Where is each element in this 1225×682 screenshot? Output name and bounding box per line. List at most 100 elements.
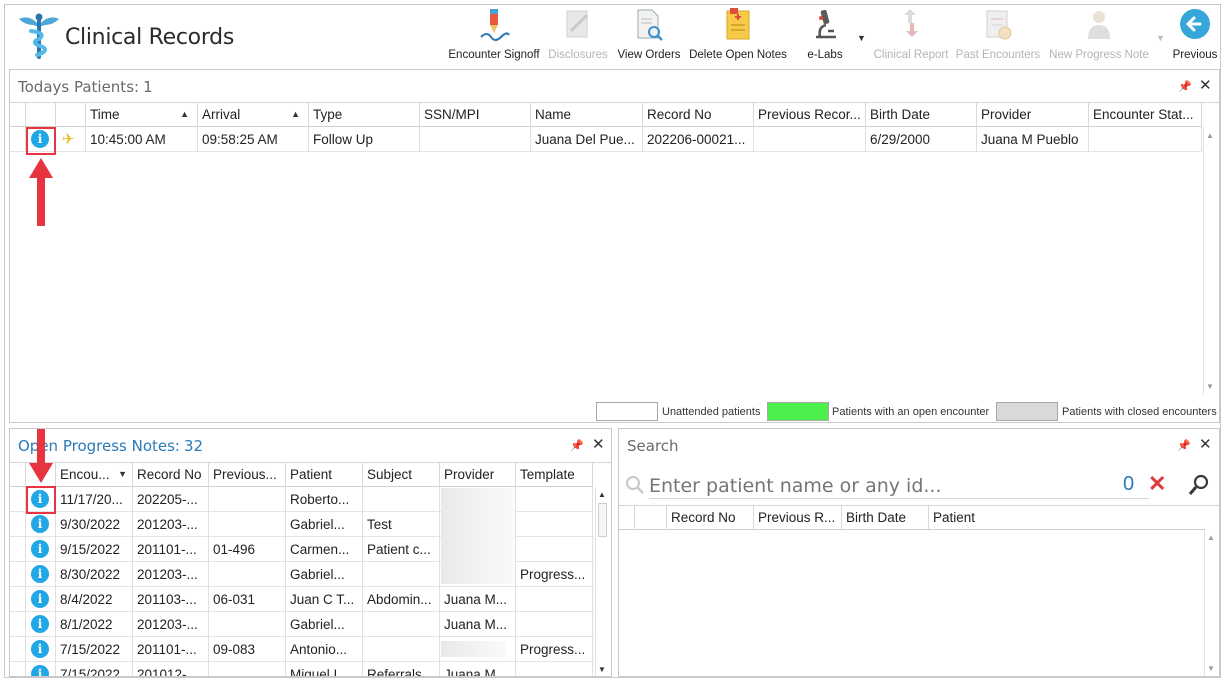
- close-icon[interactable]: ✕: [592, 435, 605, 453]
- column-header-arrival[interactable]: Arrival ▲: [198, 103, 309, 127]
- pin-icon[interactable]: 📌: [570, 439, 584, 452]
- info-cell[interactable]: i: [26, 562, 56, 587]
- patient-cell: Gabriel...: [286, 612, 363, 637]
- column-header-encounter[interactable]: Encou... ▼: [56, 463, 133, 487]
- table-row[interactable]: i 8/4/2022 201103-... 06-031 Juan C T... Abdo…: [10, 587, 594, 612]
- column-header-patient[interactable]: Patient: [286, 463, 363, 487]
- record-no-cell: 201012-...: [133, 662, 209, 676]
- sort-ascending-icon: ▲: [180, 109, 189, 119]
- view-orders-button[interactable]: View Orders: [614, 7, 684, 67]
- magnifier-search-button-icon[interactable]: [1187, 473, 1211, 497]
- column-header-type[interactable]: Type: [309, 103, 420, 127]
- search-input[interactable]: [649, 473, 1149, 499]
- table-row[interactable]: i 7/15/2022 201012-... Miguel I... Referrals…: [10, 662, 594, 676]
- info-cell[interactable]: i: [26, 612, 56, 637]
- info-icon[interactable]: i: [31, 590, 49, 608]
- previous-cell: [209, 562, 286, 587]
- subject-cell: Abdomin...: [363, 587, 440, 612]
- scroll-down-icon[interactable]: ▼: [1207, 664, 1215, 673]
- scroll-down-icon[interactable]: ▼: [598, 665, 606, 674]
- column-header-previous[interactable]: Previous...: [209, 463, 286, 487]
- info-cell[interactable]: i: [26, 637, 56, 662]
- legend-open-swatch: [767, 402, 829, 421]
- column-header-blank: [10, 463, 26, 487]
- info-icon[interactable]: i: [31, 515, 49, 533]
- vertical-scrollbar[interactable]: ▲ ▼: [1204, 530, 1218, 676]
- column-header-flag: [56, 103, 86, 127]
- close-icon[interactable]: ✕: [1199, 76, 1212, 94]
- arrival-cell: 09:58:25 AM: [198, 127, 309, 152]
- row-indicator: [10, 127, 26, 152]
- disclosures-button[interactable]: Disclosures: [546, 7, 610, 67]
- column-header-info: [26, 103, 56, 127]
- column-header-birth-date[interactable]: Birth Date: [866, 103, 977, 127]
- info-icon[interactable]: i: [31, 665, 49, 676]
- subject-cell: Referrals: [363, 662, 440, 676]
- scroll-up-icon[interactable]: ▲: [598, 490, 606, 499]
- column-header-time[interactable]: Time ▲: [86, 103, 198, 127]
- provider-cell: Juana M...: [440, 587, 516, 612]
- row-indicator: [10, 487, 26, 512]
- info-icon[interactable]: i: [31, 540, 49, 558]
- search-title: Search: [627, 437, 679, 455]
- column-header-subject[interactable]: Subject: [363, 463, 440, 487]
- pen-signature-icon: [480, 9, 510, 41]
- scroll-up-icon[interactable]: ▲: [1206, 131, 1214, 140]
- column-header-previous-record[interactable]: Previous Recor...: [754, 103, 866, 127]
- e-labs-dropdown-icon[interactable]: ▼: [857, 33, 866, 43]
- previous-button[interactable]: Previous: [1171, 7, 1219, 67]
- delete-open-notes-button[interactable]: Delete Open Notes: [685, 7, 791, 67]
- column-header-record-no[interactable]: Record No: [133, 463, 209, 487]
- new-progress-note-button[interactable]: New Progress Note: [1045, 7, 1153, 67]
- table-row[interactable]: i 8/1/2022 201203-... Gabriel... Juana M...: [10, 612, 594, 637]
- info-icon[interactable]: i: [31, 615, 49, 633]
- scroll-down-icon[interactable]: ▼: [1206, 382, 1214, 391]
- encounter-signoff-button[interactable]: Encounter Signoff: [445, 7, 543, 67]
- vertical-scrollbar[interactable]: ▲ ▼: [595, 487, 609, 676]
- info-icon[interactable]: i: [31, 565, 49, 583]
- clinical-report-button[interactable]: Clinical Report: [871, 7, 951, 67]
- column-header-provider[interactable]: Provider: [440, 463, 516, 487]
- column-header-patient[interactable]: Patient: [929, 506, 1205, 530]
- clear-search-icon[interactable]: ✕: [1148, 471, 1166, 497]
- legend-closed-swatch: [996, 402, 1058, 421]
- info-cell[interactable]: i: [26, 662, 56, 676]
- info-icon[interactable]: i: [31, 640, 49, 658]
- row-indicator: [10, 662, 26, 676]
- e-labs-label: e-Labs: [807, 49, 843, 61]
- subject-cell: [363, 612, 440, 637]
- template-cell: [516, 587, 593, 612]
- encounter-cell: 7/15/2022: [56, 637, 133, 662]
- info-cell[interactable]: i: [26, 537, 56, 562]
- scroll-thumb[interactable]: [598, 503, 607, 537]
- info-cell[interactable]: i: [26, 587, 56, 612]
- e-labs-button[interactable]: e-Labs: [800, 7, 850, 67]
- open-notes-grid: Encou... ▼ Record No Previous... Patient …: [10, 462, 611, 676]
- scroll-up-icon[interactable]: ▲: [1207, 533, 1215, 542]
- record-no-cell: 201203-...: [133, 512, 209, 537]
- column-header-previous-record[interactable]: Previous R...: [754, 506, 842, 530]
- vertical-scrollbar[interactable]: ▲ ▼: [1203, 127, 1217, 395]
- table-row[interactable]: i ✈ 10:45:00 AM 09:58:25 AM Follow Up Ju…: [10, 127, 1202, 152]
- column-header-name[interactable]: Name: [531, 103, 643, 127]
- past-encounters-button[interactable]: Past Encounters: [955, 7, 1041, 67]
- info-cell[interactable]: i: [26, 512, 56, 537]
- column-header-ssn[interactable]: SSN/MPI: [420, 103, 531, 127]
- encounter-cell: 8/1/2022: [56, 612, 133, 637]
- column-header-template[interactable]: Template: [516, 463, 593, 487]
- pin-icon[interactable]: 📌: [1178, 80, 1192, 93]
- column-header-provider[interactable]: Provider: [977, 103, 1089, 127]
- close-icon[interactable]: ✕: [1199, 435, 1212, 453]
- pin-icon[interactable]: 📌: [1177, 439, 1191, 452]
- column-header-birth-date[interactable]: Birth Date: [842, 506, 929, 530]
- column-header-record-no[interactable]: Record No: [667, 506, 754, 530]
- record-no-cell: 202205-...: [133, 487, 209, 512]
- column-header-encounter-status[interactable]: Encounter Stat...: [1089, 103, 1202, 127]
- patient-cell: Roberto...: [286, 487, 363, 512]
- column-header-blank: [10, 103, 26, 127]
- provider-cell: Juana M...: [440, 662, 516, 676]
- new-progress-note-dropdown-icon[interactable]: ▼: [1156, 33, 1165, 43]
- highlight-box: [26, 127, 56, 155]
- row-indicator: [10, 612, 26, 637]
- column-header-record-no[interactable]: Record No: [643, 103, 754, 127]
